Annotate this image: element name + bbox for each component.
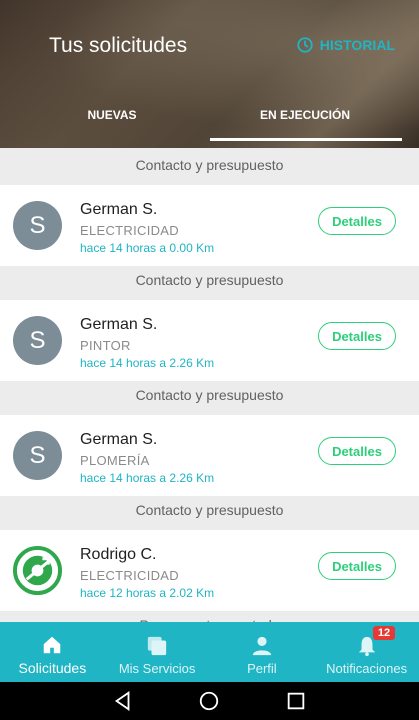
notification-badge: 12	[372, 626, 396, 640]
home-circle-icon[interactable]	[198, 690, 220, 712]
tab-nuevas[interactable]: NUEVAS	[17, 108, 207, 122]
service-category: PLOMERÍA	[80, 453, 150, 468]
details-button[interactable]: Detalles	[318, 552, 396, 580]
tab-en-ejecucion[interactable]: EN EJECUCIÓN	[210, 108, 400, 122]
details-button[interactable]: Detalles	[318, 437, 396, 465]
nav-label: Solicitudes	[18, 660, 87, 676]
nav-label: Perfil	[247, 661, 277, 676]
time-distance: hace 14 horas a 0.00 Km	[80, 241, 215, 255]
time-distance: hace 14 horas a 2.26 Km	[80, 471, 215, 485]
recent-apps-icon[interactable]	[285, 690, 307, 712]
person-icon	[252, 636, 272, 656]
avatar: S	[13, 431, 62, 480]
service-category: ELECTRICIDAD	[80, 568, 179, 583]
active-tab-indicator	[210, 138, 402, 141]
status-bar: Presupuesto aceptado	[7, 611, 412, 622]
app-header: Tus solicitudes HISTORIAL NUEVAS EN EJEC…	[0, 0, 419, 148]
request-card[interactable]: S German S. PINTOR hace 14 horas a 2.26 …	[0, 300, 419, 381]
requester-name: German S.	[80, 201, 158, 218]
page-title: Tus solicitudes	[49, 34, 188, 57]
details-button[interactable]: Detalles	[318, 207, 396, 235]
requests-list[interactable]: Contacto y presupuesto S German S. ELECT…	[0, 148, 419, 622]
historial-label: HISTORIAL	[319, 37, 395, 53]
nav-perfil[interactable]: Perfil	[210, 622, 315, 682]
nav-label: Notificaciones	[326, 661, 408, 676]
request-card[interactable]: S German S. PLOMERÍA hace 14 horas a 2.2…	[0, 415, 419, 496]
home-icon	[44, 636, 61, 654]
service-category: PINTOR	[80, 338, 131, 353]
request-card[interactable]: S German S. ELECTRICIDAD hace 14 horas a…	[0, 185, 419, 266]
bottom-navigation: Solicitudes Mis Servicios Perfil 12 Noti…	[0, 622, 419, 682]
time-distance: hace 12 horas a 2.02 Km	[80, 586, 215, 600]
nav-label: Mis Servicios	[118, 661, 196, 676]
details-button[interactable]: Detalles	[318, 322, 396, 350]
avatar: S	[13, 201, 62, 250]
time-distance: hace 14 horas a 2.26 Km	[80, 356, 215, 370]
status-bar: Contacto y presupuesto	[7, 266, 412, 294]
clock-icon	[297, 37, 313, 53]
request-card[interactable]: Rodrigo C. ELECTRICIDAD hace 12 horas a …	[0, 530, 419, 611]
system-navigation-bar	[0, 682, 419, 720]
green-circle-logo-icon	[13, 546, 62, 595]
requester-name: German S.	[80, 316, 158, 333]
back-icon[interactable]	[112, 690, 134, 712]
nav-notificaciones[interactable]: 12 Notificaciones	[314, 622, 419, 682]
nav-solicitudes[interactable]: Solicitudes	[0, 622, 105, 682]
service-category: ELECTRICIDAD	[80, 223, 179, 238]
status-bar: Contacto y presupuesto	[7, 381, 412, 409]
requester-name: German S.	[80, 431, 158, 448]
nav-mis-servicios[interactable]: Mis Servicios	[105, 622, 210, 682]
stack-icon	[147, 636, 167, 656]
requester-name: Rodrigo C.	[80, 546, 157, 563]
avatar: S	[13, 316, 62, 365]
historial-button[interactable]: HISTORIAL	[296, 36, 395, 54]
status-bar: Contacto y presupuesto	[7, 151, 412, 179]
status-bar: Contacto y presupuesto	[7, 496, 412, 524]
